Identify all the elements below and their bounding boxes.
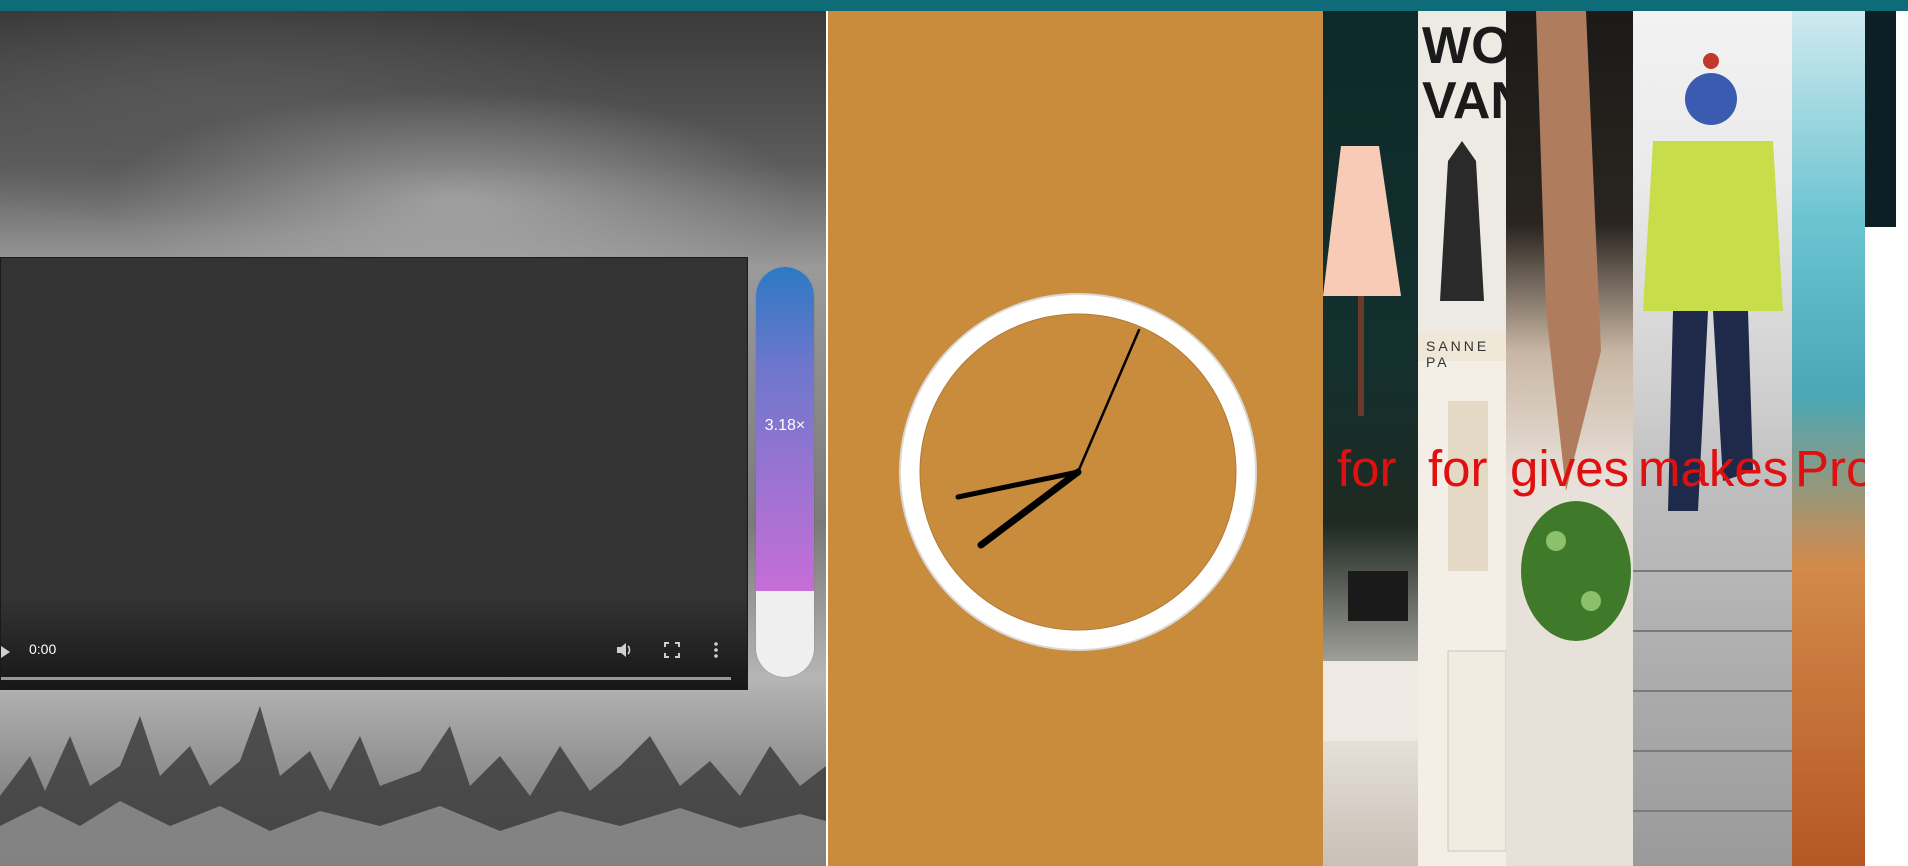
gallery-strip-book[interactable]: WOLF VANDE SANNE PA	[1418, 11, 1506, 866]
gallery-strip-coast[interactable]	[1792, 11, 1865, 866]
fullscreen-icon[interactable]	[663, 641, 681, 659]
video-time: 0:00	[29, 641, 57, 657]
forest-silhouette	[0, 706, 826, 866]
overlay-word-4: makes	[1638, 440, 1789, 497]
speed-slider[interactable]: 3.18×	[756, 267, 814, 677]
video-controls: 0:00	[1, 597, 747, 689]
play-icon[interactable]	[1, 646, 10, 658]
more-options-icon[interactable]	[711, 641, 721, 659]
video-player[interactable]: 0:00	[0, 257, 748, 690]
image-gallery-pane: WOLF VANDE SANNE PA	[1323, 11, 1908, 866]
top-browser-bar	[0, 0, 1908, 11]
clock-pane	[826, 11, 1327, 866]
overlay-word-3: gives	[1510, 440, 1630, 497]
analog-clock	[899, 293, 1257, 651]
cooking-illustration	[1521, 11, 1631, 641]
foggy-forest-pane: 0:00 3.18×	[0, 11, 826, 866]
gallery-strip-lamp[interactable]	[1323, 11, 1418, 866]
book-author-fragment: SANNE PA	[1426, 338, 1490, 370]
book-title: WOLF VANDE	[1422, 17, 1506, 130]
gallery-strip-cooking[interactable]	[1506, 11, 1633, 866]
overlay-word-2: for	[1428, 440, 1488, 497]
speed-slider-label: 3.18×	[764, 417, 806, 434]
lamp-illustration	[1323, 146, 1418, 741]
volume-icon[interactable]	[615, 641, 633, 659]
video-progress-bar[interactable]	[1, 677, 731, 680]
overlay-word-1: for	[1337, 440, 1397, 497]
overlay-word-5: Pro	[1795, 440, 1875, 497]
book-cover-illustration	[1418, 11, 1506, 852]
runner-illustration	[1633, 53, 1792, 812]
scrollbar-thumb[interactable]	[1865, 11, 1896, 227]
gallery-strip-runner[interactable]	[1633, 11, 1792, 866]
